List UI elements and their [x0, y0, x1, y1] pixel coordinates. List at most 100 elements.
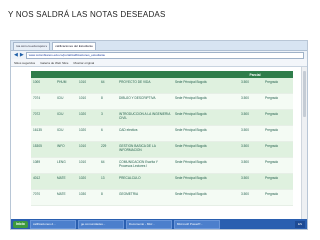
table-row: 15305 INFO 1010 229 GESTION BASICA DE LA INF… [31, 141, 293, 158]
cell-grade: 3.500 [239, 173, 263, 190]
cell-period: 1030 [77, 189, 99, 206]
address-bar[interactable]: www.colombianos.edu.co/portal/calificaci… [25, 51, 304, 59]
cell-course: PRECALCULO [117, 173, 173, 190]
cell-course: COMUNICACION Escrita Y Procesos Lectores… [117, 157, 173, 174]
cell-period: 1020 [77, 125, 99, 142]
forward-icon[interactable]: ▶ [20, 52, 24, 58]
cell-period: 1010 [77, 157, 99, 174]
cell-location: Sede Principal Bogotá [173, 93, 217, 110]
cell-course: GESTION BASICA DE LA INFORMACION [117, 141, 173, 158]
cell-grade: 3.500 [239, 93, 263, 110]
table-row: 1089 LENG 1010 64 COMUNICACION Escrita Y Pro… [31, 157, 293, 174]
cell-code: 7070 [31, 189, 55, 206]
cell-area: ICIU [55, 109, 77, 126]
vertical-scrollbar[interactable] [301, 67, 307, 219]
page-content: Parcial 1000 PHUM 1010 64 PROYECTO DE VIDA Se… [11, 67, 307, 219]
cell-location: Sede Principal Bogotá [173, 109, 217, 126]
cell-code: 1000 [31, 78, 55, 94]
cell-group: 13 [99, 173, 117, 190]
cell-group: 64 [99, 157, 117, 174]
browser-tab[interactable]: ros.com.co.edu.repos.v [13, 42, 51, 50]
cell-blank [217, 189, 239, 206]
cell-blank [217, 93, 239, 110]
cell-grade: 3.500 [239, 157, 263, 174]
cell-location: Sede Principal Bogotá [173, 157, 217, 174]
cell-course: CAD electiva [117, 125, 173, 142]
cell-area: INFO [55, 141, 77, 158]
cell-period: 1010 [77, 141, 99, 158]
cell-period: 1010 [77, 78, 99, 94]
favorites-item[interactable]: Mostrar original [73, 61, 94, 65]
cell-course: PROYECTO DE VIDA [117, 78, 173, 94]
cell-area: ICIU [55, 125, 77, 142]
address-bar-row: ◀ ▶ www.colombianos.edu.co/portal/califi… [11, 51, 307, 59]
table-header-row: Parcial [31, 71, 293, 78]
table-body: 1000 PHUM 1010 64 PROYECTO DE VIDA Sede Princ… [31, 78, 293, 206]
taskbar-item[interactable]: Documento - Micr... [125, 219, 172, 229]
cell-blank [217, 78, 239, 94]
cell-location: Sede Principal Bogotá [173, 173, 217, 190]
cell-code: 4012 [31, 173, 55, 190]
cell-blank [217, 173, 239, 190]
cell-group: 6 [99, 125, 117, 142]
cell-status: Pregrado [263, 109, 293, 126]
cell-location: Sede Principal Bogotá [173, 189, 217, 206]
table-row: 1000 PHUM 1010 64 PROYECTO DE VIDA Sede Princ… [31, 78, 293, 94]
cell-code: 16135 [31, 125, 55, 142]
back-icon[interactable]: ◀ [14, 52, 18, 58]
cell-status: Pregrado [263, 125, 293, 142]
browser-screenshot: ros.com.co.edu.repos.v calificaciones de… [10, 40, 308, 230]
taskbar-item[interactable]: ge.comunidades... [77, 219, 124, 229]
table-row: 16135 ICIU 1020 6 CAD electiva Sede Principal… [31, 125, 293, 142]
cell-grade: 3.500 [239, 78, 263, 94]
table-header-parcial: Parcial [217, 71, 293, 78]
cell-location: Sede Principal Bogotá [173, 125, 217, 142]
cell-area: MATE [55, 173, 77, 190]
cell-blank [217, 157, 239, 174]
cell-group: 229 [99, 141, 117, 158]
cell-group: 3 [99, 109, 117, 126]
cell-course: DIBUJO Y DESCRIPTIVA [117, 93, 173, 110]
cell-grade: 3.500 [239, 141, 263, 158]
table-row: 4012 MATE 1020 13 PRECALCULO Sede Principal B… [31, 173, 293, 190]
cell-code: 1089 [31, 157, 55, 174]
table-header-blank [31, 71, 217, 78]
cell-group: 64 [99, 78, 117, 94]
cell-status: Pregrado [263, 189, 293, 206]
cell-grade: 3.500 [239, 109, 263, 126]
start-button[interactable]: Inicio [13, 220, 28, 228]
slide-title: Y NOS SALDRÁ LAS NOTAS DESEADAS [8, 10, 166, 19]
cell-blank [217, 141, 239, 158]
cell-status: Pregrado [263, 78, 293, 94]
table-row: 7070 MATE 1030 8 GEOMETRIA Sede Principal Bog… [31, 189, 293, 206]
cell-code: 7074 [31, 93, 55, 110]
cell-blank [217, 125, 239, 142]
cell-grade: 3.500 [239, 125, 263, 142]
cell-location: Sede Principal Bogotá [173, 141, 217, 158]
cell-period: 1020 [77, 173, 99, 190]
cell-status: Pregrado [263, 93, 293, 110]
cell-period: 1020 [77, 109, 99, 126]
grades-table: Parcial 1000 PHUM 1010 64 PROYECTO DE VIDA Se… [31, 71, 293, 206]
cell-status: Pregrado [263, 157, 293, 174]
cell-blank [217, 109, 239, 126]
cell-area: PHUM [55, 78, 77, 94]
cell-grade: 3.500 [239, 189, 263, 206]
cell-area: ICIU [55, 93, 77, 110]
scrollbar-thumb[interactable] [303, 71, 306, 117]
table-row: 7074 ICIU 1010 8 DIBUJO Y DESCRIPTIVA Sede Pr… [31, 93, 293, 110]
taskbar: Inicio calificaciones d... ge.comunidade… [11, 219, 307, 229]
favorites-item[interactable]: Galería de Web Slice [40, 61, 68, 65]
favorites-bar: Sitios sugeridos Galería de Web Slice Mo… [11, 59, 307, 67]
cell-code: 15305 [31, 141, 55, 158]
cell-code: 7072 [31, 109, 55, 126]
taskbar-item[interactable]: calificaciones d... [29, 219, 76, 229]
favorites-item[interactable]: Sitios sugeridos [14, 61, 35, 65]
cell-period: 1010 [77, 93, 99, 110]
browser-tab-active[interactable]: calificaciones del Estudiante [52, 42, 96, 50]
cell-location: Sede Principal Bogotá [173, 78, 217, 94]
cell-status: Pregrado [263, 141, 293, 158]
taskbar-item[interactable]: Microsoft PowerP... [173, 219, 220, 229]
cell-area: LENG [55, 157, 77, 174]
cell-area: MATE [55, 189, 77, 206]
